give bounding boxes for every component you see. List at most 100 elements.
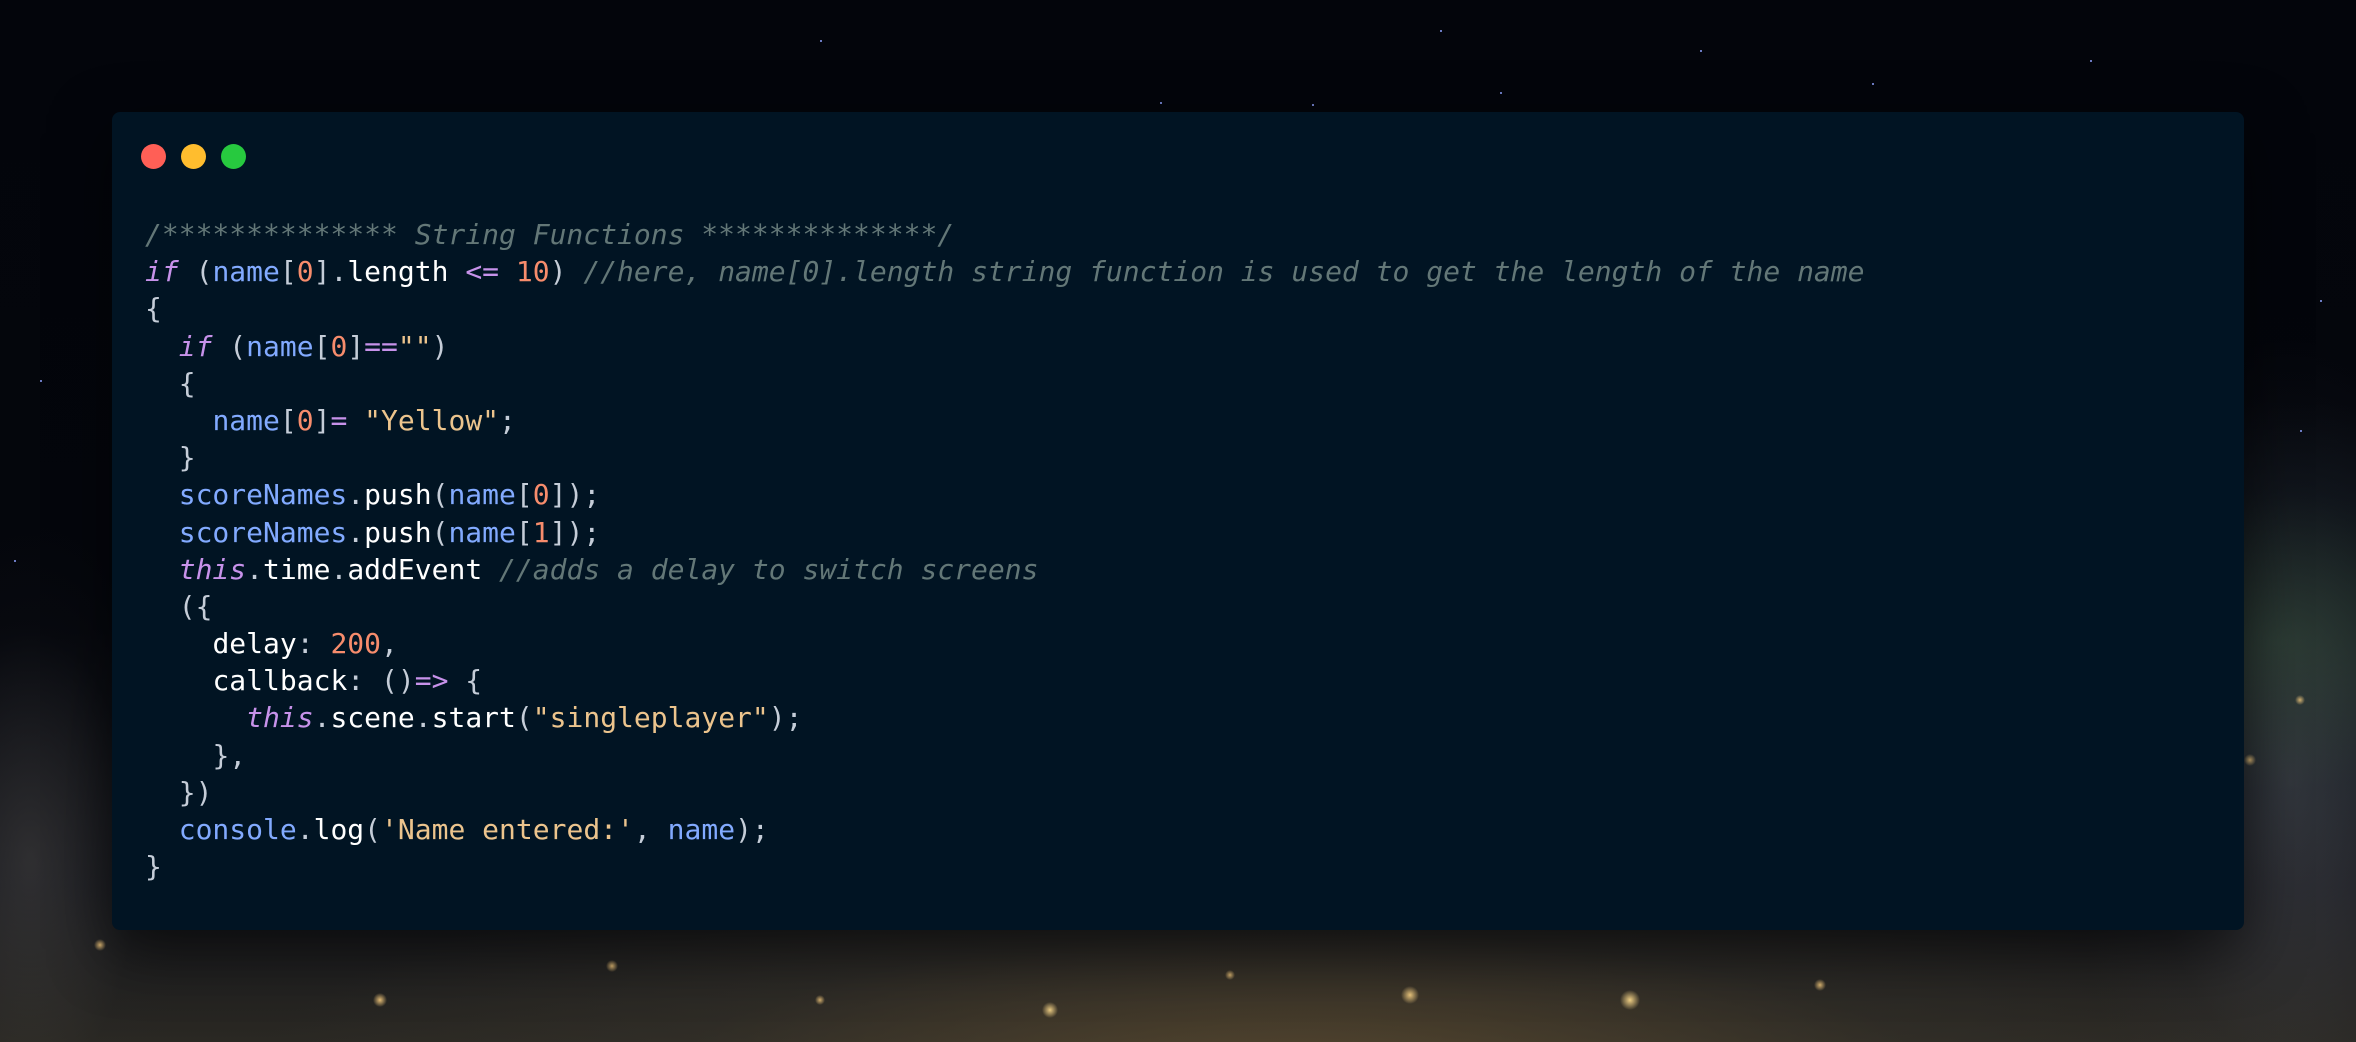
code-token-prop: start (431, 701, 516, 735)
code-token-punct: ( (431, 478, 449, 512)
code-line: if (name[0].length <= 10) //here, name[0… (145, 253, 1865, 290)
code-token-punct: ( (431, 515, 449, 549)
star (820, 40, 822, 42)
code-token-punct: } (178, 441, 196, 475)
code-token-comment: /************** String Functions *******… (145, 218, 955, 251)
maximize-button[interactable] (221, 144, 246, 169)
code-token-keyword: this (246, 701, 314, 735)
code-token-var: name (246, 329, 314, 363)
code-token-punct: }) (178, 775, 213, 809)
star (1312, 104, 1314, 106)
code-token-punct: ( (212, 329, 247, 363)
code-token-punct: ; (499, 403, 516, 437)
code-token-punct: , (633, 813, 668, 846)
code-token-punct: ( (515, 701, 533, 735)
close-button[interactable] (141, 144, 166, 169)
code-token-var: console (178, 813, 297, 846)
code-line: name[0]= "Yellow"; (145, 402, 1865, 439)
code-token-punct: { (145, 292, 162, 326)
code-token-punct: [ (515, 478, 533, 512)
code-line: /************** String Functions *******… (145, 216, 1865, 253)
code-token-string: 'Name entered:' (381, 813, 634, 846)
star (14, 560, 16, 562)
code-token-keyword: this (178, 552, 247, 586)
code-line: ({ (145, 588, 1865, 625)
code-token-punct: . (347, 515, 365, 549)
code-token-op: == (364, 329, 398, 363)
code-token-var: scoreNames (178, 515, 348, 549)
code-token-number: 1 (532, 515, 550, 549)
code-window: /************** String Functions *******… (112, 112, 2244, 930)
code-token-var: scoreNames (178, 478, 348, 512)
code-token-punct: ); (735, 813, 769, 846)
code-token-punct: ({ (178, 589, 213, 623)
code-token-punct: . (246, 552, 264, 586)
code-token-punct: [ (279, 255, 297, 289)
code-token-prop: scene (330, 701, 415, 735)
code-token-var: name (212, 255, 280, 289)
code-token-keyword: if (145, 255, 179, 289)
code-token-var: name (448, 478, 516, 512)
code-token-comment: //adds a delay to switch screens (499, 552, 1039, 586)
code-token-punct: . (347, 478, 365, 512)
code-token-punct: }, (212, 738, 247, 772)
code-line: scoreNames.push(name[0]); (145, 476, 1865, 513)
code-line: scoreNames.push(name[1]); (145, 514, 1865, 551)
code-line: }, (145, 737, 1865, 774)
code-token-number: 0 (296, 403, 314, 437)
code-token-op: = (330, 403, 348, 437)
code-token-punct: [ (313, 329, 331, 363)
code-token-number: 0 (330, 329, 348, 363)
minimize-button[interactable] (181, 144, 206, 169)
code-line: } (145, 848, 1865, 885)
code-token-prop: log (313, 813, 365, 846)
star (2300, 430, 2302, 432)
code-token-punct: [ (279, 403, 297, 437)
code-line: } (145, 439, 1865, 476)
code-line: console.log('Name entered:', name); (145, 811, 1865, 848)
code-token-punct: { (448, 664, 483, 698)
code-token-op: => (414, 664, 449, 698)
code-token-punct: . (414, 701, 432, 735)
code-token-punct: : () (347, 664, 415, 698)
code-token-prop: push (364, 515, 432, 549)
star (1872, 83, 1874, 85)
code-token-string: "singleplayer" (532, 701, 769, 735)
code-token-keyword: if (178, 329, 213, 363)
star (40, 380, 42, 382)
code-token-punct: ]); (549, 478, 601, 512)
code-line: if (name[0]=="") (145, 328, 1865, 365)
code-token-number: 200 (330, 627, 382, 661)
code-token-punct: . (313, 701, 331, 735)
code-line: delay: 200, (145, 625, 1865, 662)
code-token-punct: ) (549, 255, 584, 289)
code-line: callback: ()=> { (145, 662, 1865, 699)
code-token-prop: push (364, 478, 432, 512)
window-controls (141, 144, 246, 169)
code-token-prop: length (347, 255, 449, 289)
code-token-punct: ] (347, 329, 365, 363)
code-token-punct: ( (364, 813, 382, 846)
code-token-punct: { (178, 366, 196, 400)
star (2090, 60, 2092, 62)
code-token-punct: ) (431, 329, 449, 363)
star (2320, 300, 2322, 302)
code-line: }) (145, 774, 1865, 811)
code-token-number: 0 (296, 255, 314, 289)
code-token-punct: [ (515, 515, 533, 549)
code-token-prop: delay (212, 627, 297, 661)
code-token-punct: : (296, 627, 331, 661)
code-token-number: 10 (515, 255, 550, 289)
star (1700, 50, 1702, 52)
